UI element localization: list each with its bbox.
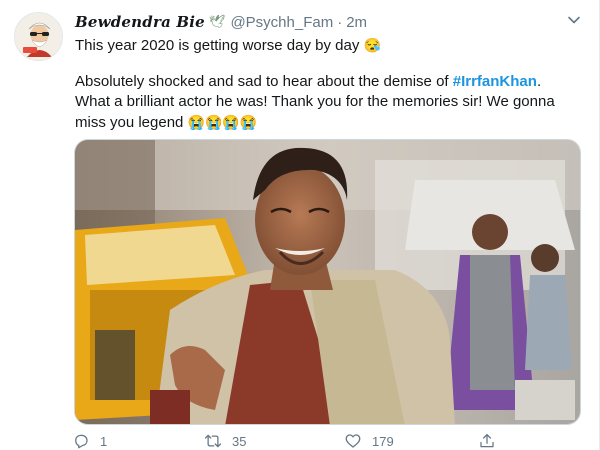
crying-emojis: 😭😭😭😭 xyxy=(187,114,258,130)
tweet-text-first: This year 2020 is getting worse day by d… xyxy=(75,37,360,54)
retweet-count: 35 xyxy=(232,433,247,449)
like-count: 179 xyxy=(372,433,394,449)
timestamp[interactable]: 2m xyxy=(346,14,367,31)
tweet-text-line: This year 2020 is getting worse day by d… xyxy=(75,35,580,56)
avatar-image xyxy=(15,13,62,60)
separator-dot: · xyxy=(337,13,343,31)
tweet-header: Bewdendra Bie 🕊 @Psychh_Fam · 2m xyxy=(75,12,367,32)
reply-button[interactable]: 1 xyxy=(72,432,107,450)
chevron-down-icon[interactable] xyxy=(566,12,582,28)
tweet-actions: 1 35 179 xyxy=(72,432,582,450)
tweet-text-paragraph: Absolutely shocked and sad to hear about… xyxy=(75,72,580,133)
share-icon xyxy=(480,433,494,448)
reply-icon xyxy=(75,434,88,449)
dove-emoji: 🕊 xyxy=(208,14,226,29)
avatar[interactable] xyxy=(14,12,63,61)
hashtag-link[interactable]: #IrrfanKhan xyxy=(453,73,537,90)
share-button[interactable] xyxy=(478,432,496,450)
tweet-photo[interactable] xyxy=(74,139,581,425)
tweet-text-part: Absolutely shocked and sad to hear about… xyxy=(75,73,453,90)
display-name[interactable]: Bewdendra Bie xyxy=(75,13,205,31)
heart-icon xyxy=(345,434,361,448)
like-button[interactable]: 179 xyxy=(344,432,394,450)
reply-count: 1 xyxy=(100,433,108,449)
photo-image xyxy=(75,140,580,424)
sleepy-emoji: 😪 xyxy=(363,37,381,53)
user-handle[interactable]: @Psychh_Fam xyxy=(230,14,333,31)
tweet-card[interactable]: Bewdendra Bie 🕊 @Psychh_Fam · 2m This ye… xyxy=(0,0,600,450)
retweet-icon xyxy=(204,434,222,448)
retweet-button[interactable]: 35 xyxy=(204,432,246,450)
